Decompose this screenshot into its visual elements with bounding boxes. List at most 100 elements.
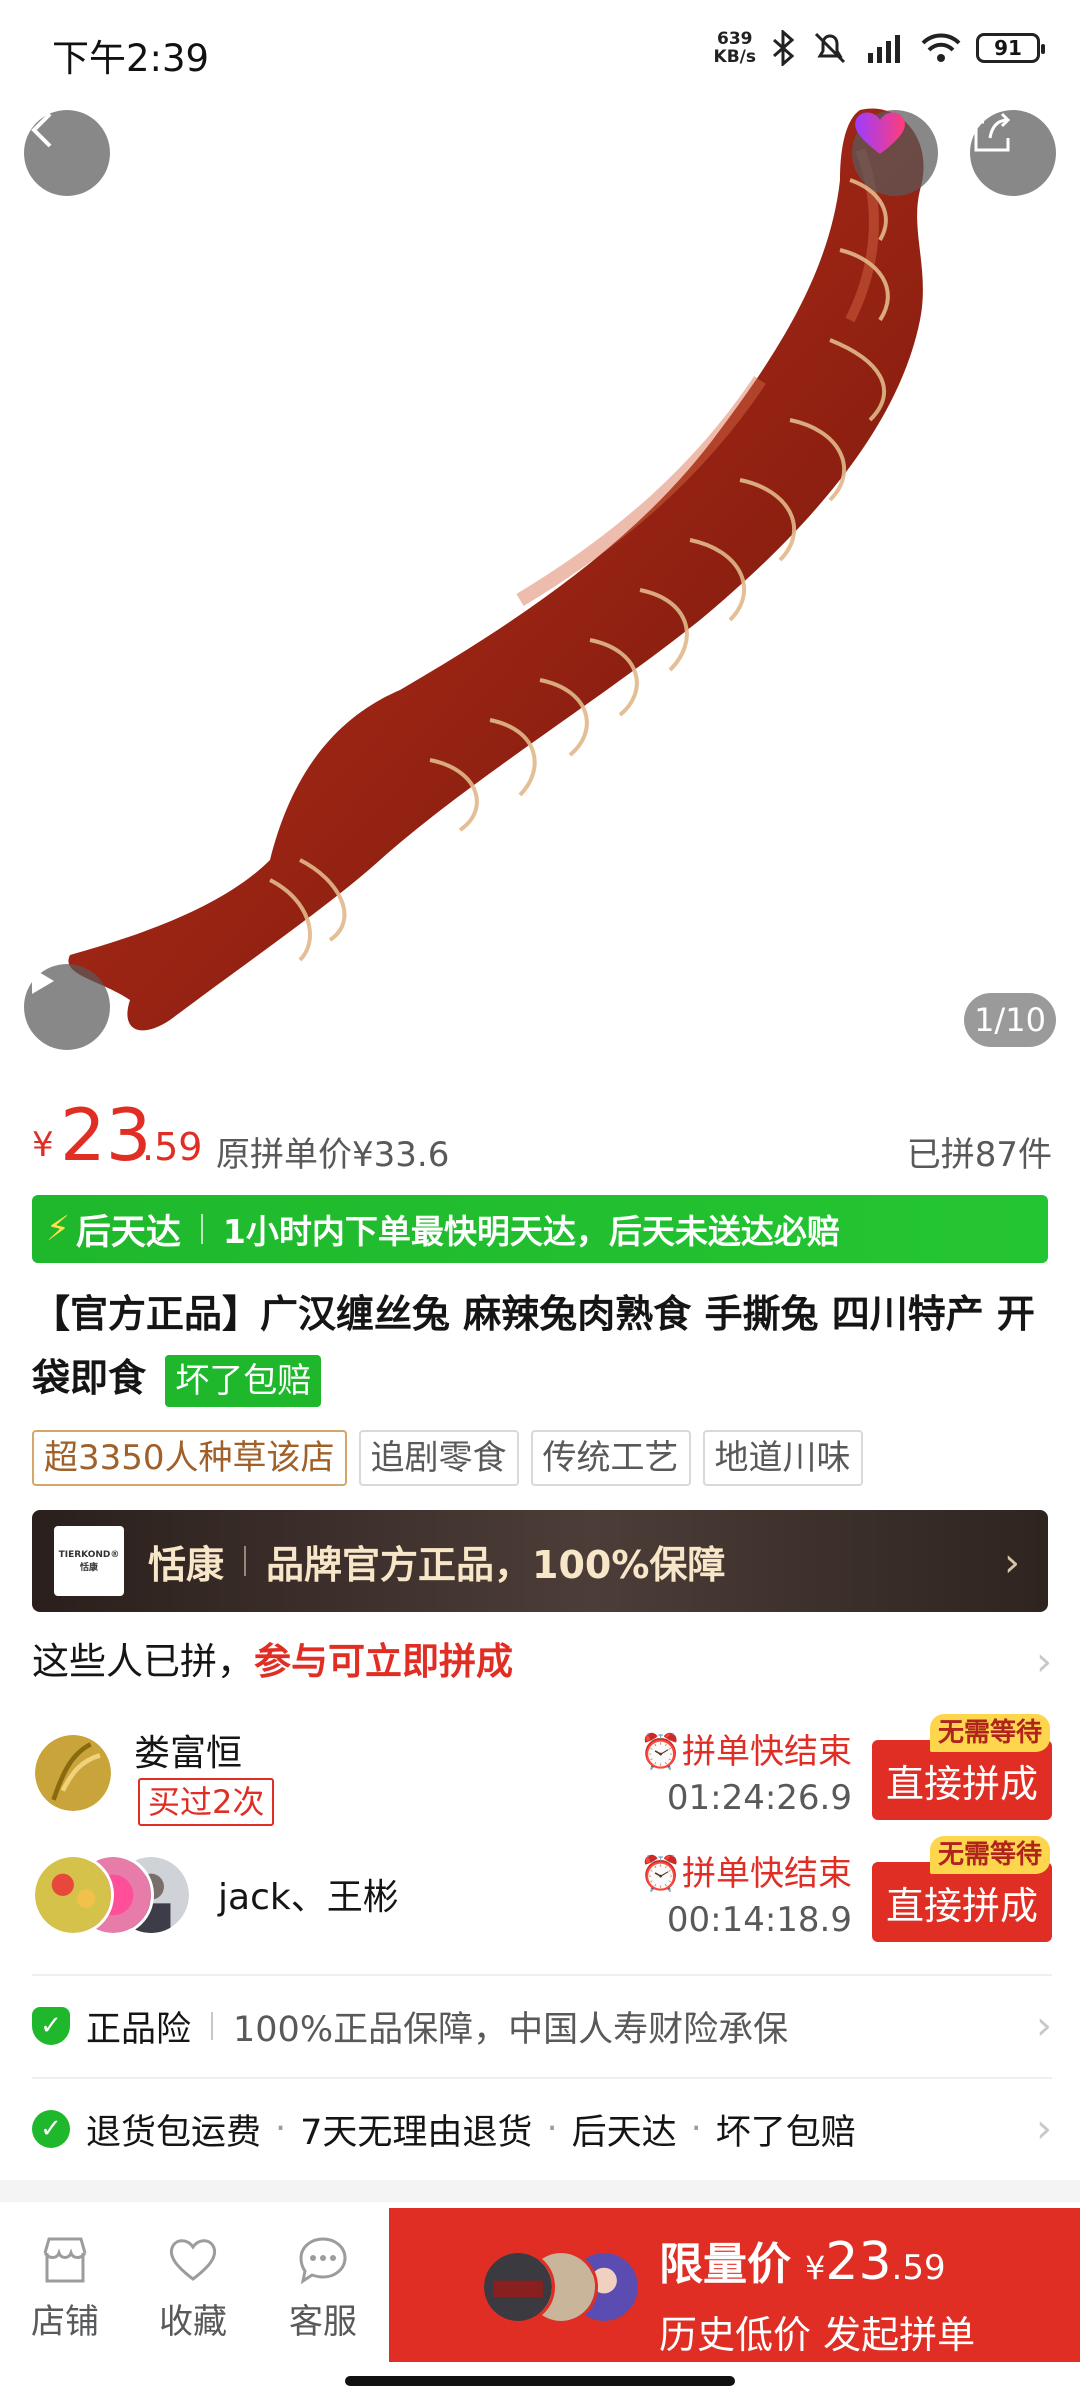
group-ending-text: ⏰拼单快结束 [639,1732,852,1772]
broken-refund-badge: 坏了包赔 [165,1354,322,1407]
limited-price-line: 限量价 ¥23.59 [659,2228,946,2292]
status-time: 下午2:39 [52,37,210,80]
brand-logo: TIERKOND® 恬康 [54,1526,124,1596]
service-label: 客服 [289,2302,357,2342]
signal-icon [868,35,900,63]
play-icon [32,968,54,994]
alarm-icon: ⏰ [639,1854,682,1894]
buy-subtitle: 历史低价 发起拼单 [659,2313,976,2357]
tag-list: 超3350人种草该店 追剧零食 传统工艺 地道川味 [32,1430,863,1486]
tag-item[interactable]: 追剧零食 [358,1430,519,1486]
check-circle-icon: ✓ [32,2110,70,2148]
price-integer: 23 [60,1093,152,1177]
genuine-insurance-row[interactable]: ✓ 正品险 100%正品保障，中国人寿财险承保 › [32,1976,1052,2076]
price-currency: ¥ [32,1125,54,1165]
group-row: jack、王彬 ⏰拼单快结束 00:14:18.9 直接拼成 无需等待 [32,1836,1052,1950]
favorite-label: 收藏 [159,2302,227,2342]
service-guarantee-row[interactable]: ✓ 退货包运费 · 7天无理由退货 · 后天达 · 坏了包赔 › [32,2079,1052,2179]
limited-price-label: 限量价 [659,2239,791,2290]
wifi-icon [921,33,961,62]
alarm-icon: ⏰ [639,1732,682,1772]
chevron-right-icon: › [1036,2003,1052,2049]
section-gap [0,2180,1080,2202]
price-row: ¥ 23 .59 原拼单价¥33.6 已拼87件 [32,1095,1052,1175]
buyer-avatars [481,2250,641,2324]
bottom-action-bar: 店铺 收藏 客服 限量价 ¥23.59 历史低价 发起拼单 [0,2202,1080,2401]
heart-icon [855,112,905,154]
join-group-button[interactable]: 直接拼成 [872,1740,1052,1820]
share-button[interactable] [970,110,1056,196]
dot-separator: · [546,2109,558,2149]
join-group-button[interactable]: 直接拼成 [872,1862,1052,1942]
tag-item[interactable]: 超3350人种草该店 [32,1430,347,1486]
bought-badge: 买过2次 [138,1778,275,1826]
group-user-name: jack、王彬 [218,1877,399,1918]
play-video-button[interactable] [24,964,110,1050]
back-button[interactable] [24,110,110,196]
dot-separator: · [690,2109,702,2149]
no-wait-badge: 无需等待 [929,1714,1050,1752]
service-item: 坏了包赔 [715,2112,856,2153]
brand-bar[interactable]: TIERKOND® 恬康 恬康 品牌官方正品，100%保障 › [32,1510,1048,1612]
shop-label: 店铺 [31,2302,99,2342]
product-title: 【官方正品】广汉缠丝兔 麻辣兔肉熟食 手撕兔 四川特产 开袋即食 坏了包赔 [32,1282,1052,1410]
limited-price-currency: ¥ [805,2249,826,2287]
tag-item[interactable]: 地道川味 [702,1430,863,1486]
image-counter: 1/10 [964,993,1056,1047]
group-header[interactable]: 这些人已拼，参与可立即拼成 › [32,1630,1052,1694]
group-ending-text: ⏰拼单快结束 [639,1854,852,1894]
service-item: 退货包运费 [86,2112,262,2153]
shop-icon [10,2232,120,2288]
limited-price-decimal: .59 [891,2248,946,2288]
group-header-text: 这些人已拼， [32,1640,254,1683]
chevron-right-icon: › [1004,1540,1020,1586]
home-indicator[interactable] [345,2376,735,2386]
guarantee-separator [211,2012,214,2040]
delivery-separator [200,1214,203,1244]
favorite-tab-button[interactable]: 收藏 [138,2232,248,2343]
delivery-name: 后天达 [75,1212,181,1253]
mute-bell-icon [814,32,846,64]
tag-item[interactable]: 传统工艺 [530,1430,691,1486]
battery-indicator: 91 [976,33,1045,63]
brand-text: 品牌官方正品，100%保障 [266,1542,726,1587]
status-icons: 639 KB/s 91 [713,29,1045,67]
group-countdown: 00:14:18.9 [666,1900,852,1940]
chat-icon [268,2232,378,2288]
delivery-text: 1小时内下单最快明天达，后天未送达必赔 [222,1212,840,1251]
status-bar: 下午2:39 639 KB/s 91 [0,0,1080,105]
brand-name: 恬康 [148,1542,225,1587]
customer-service-button[interactable]: 客服 [268,2232,378,2343]
limited-price-integer: 23 [825,2232,892,2292]
price-decimal: .59 [142,1125,203,1169]
guarantee-title: 正品险 [86,2009,192,2050]
original-price: 原拼单价¥33.6 [216,1135,450,1175]
back-icon [31,112,52,148]
service-item: 后天达 [571,2112,677,2153]
favorite-button[interactable] [852,110,938,196]
product-image-carousel[interactable]: 1/10 [0,0,1080,1070]
bluetooth-icon [773,30,795,66]
lightning-icon: ⚡ [46,1209,70,1249]
brand-separator [244,1546,247,1576]
guarantee-text: 100%正品保障，中国人寿财险承保 [233,2009,789,2050]
chevron-right-icon: › [1036,1639,1052,1685]
group-countdown: 01:24:26.9 [666,1778,852,1818]
chevron-right-icon: › [1036,2106,1052,2152]
group-row: 娄富恒 买过2次 ⏰拼单快结束 01:24:26.9 直接拼成 无需等待 [32,1714,1052,1828]
dot-separator: · [275,2109,287,2149]
avatar [32,1732,114,1814]
share-icon [974,112,1011,152]
buy-limited-price-button[interactable]: 限量价 ¥23.59 历史低价 发起拼单 [389,2208,1080,2362]
avatar [32,1854,114,1936]
net-speed: 639 KB/s [713,29,756,67]
avatar [481,2250,555,2324]
shop-button[interactable]: 店铺 [10,2232,120,2343]
sold-count: 已拼87件 [906,1135,1052,1175]
shield-check-icon: ✓ [32,2007,70,2045]
group-header-highlight: 参与可立即拼成 [254,1640,513,1683]
no-wait-badge: 无需等待 [929,1836,1050,1874]
delivery-banner[interactable]: ⚡ 后天达 1小时内下单最快明天达，后天未送达必赔 [32,1195,1048,1263]
service-item: 7天无理由退货 [300,2112,533,2153]
group-user-name: 娄富恒 [134,1733,243,1774]
